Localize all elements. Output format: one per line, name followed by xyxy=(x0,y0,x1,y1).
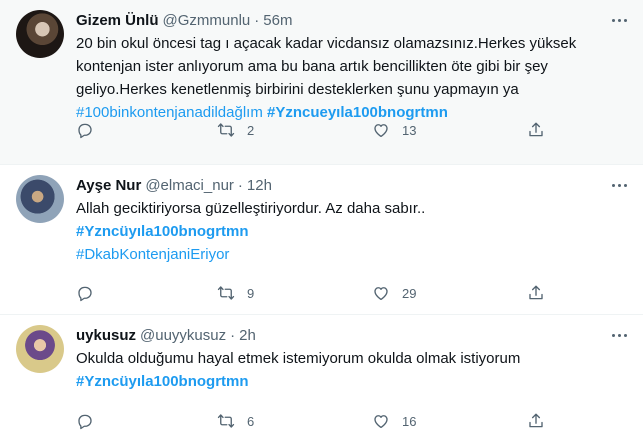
tweet-text: Okulda olduğumu hayal etmek istemiyorum … xyxy=(76,347,627,393)
retweet-button[interactable]: 6 xyxy=(217,412,254,430)
hashtag-link[interactable]: #Yzncueyıla100bnogrtmn xyxy=(267,104,448,121)
retweet-icon xyxy=(217,414,235,428)
tweet-text-line: 20 bin okul öncesi tag ı açacak kadar vi… xyxy=(76,35,577,52)
tweet-text: Allah geciktiriyorsa güzelleştiriyordur.… xyxy=(76,197,627,266)
avatar[interactable] xyxy=(16,10,64,58)
tweet[interactable]: uykusuz @uuyykusuz · 2h Okulda olduğumu … xyxy=(0,315,643,444)
retweet-icon xyxy=(217,286,235,300)
tweet[interactable]: Gizem Ünlü @Gzmmunlu · 56m 20 bin okul ö… xyxy=(0,0,643,165)
user-handle[interactable]: @uuyykusuz xyxy=(140,327,226,344)
like-count: 13 xyxy=(402,122,417,138)
reply-button[interactable] xyxy=(76,284,94,302)
reply-icon xyxy=(78,414,92,430)
like-button[interactable]: 29 xyxy=(372,284,416,302)
avatar[interactable] xyxy=(16,175,64,223)
share-icon xyxy=(529,122,543,137)
retweet-count: 2 xyxy=(247,122,255,138)
tweet-timestamp[interactable]: 56m xyxy=(263,12,292,29)
share-button[interactable] xyxy=(527,284,545,302)
user-name[interactable]: Ayşe Nur xyxy=(76,177,141,194)
like-icon xyxy=(374,415,388,429)
like-button[interactable]: 16 xyxy=(372,412,416,430)
user-handle[interactable]: @Gzmmunlu xyxy=(163,12,251,29)
hashtag-link[interactable]: #DkabKontenjaniEriyor xyxy=(76,243,627,266)
tweet-header: uykusuz @uuyykusuz · 2h xyxy=(76,325,627,345)
share-button[interactable] xyxy=(527,412,545,430)
reply-button[interactable] xyxy=(76,412,94,430)
separator-dot: · xyxy=(237,176,243,194)
avatar[interactable] xyxy=(16,325,64,373)
hashtag-link[interactable]: #Yzncüyıla100bnogrtmn xyxy=(76,220,627,243)
tweet-text: 20 bin okul öncesi tag ı açacak kadar vi… xyxy=(76,32,627,124)
reply-icon xyxy=(78,286,92,302)
more-options-icon[interactable] xyxy=(609,327,629,343)
reply-icon xyxy=(78,123,92,139)
tweet[interactable]: Ayşe Nur @elmaci_nur · 12h Allah gecikti… xyxy=(0,165,643,315)
retweet-button[interactable]: 2 xyxy=(217,121,254,139)
tweet-header: Ayşe Nur @elmaci_nur · 12h xyxy=(76,175,627,195)
separator-dot: · xyxy=(230,326,236,344)
user-handle[interactable]: @elmaci_nur xyxy=(145,177,234,194)
tweet-text-line: kontenjan ister anlıyorum ama bu bana ar… xyxy=(76,58,548,75)
share-button[interactable] xyxy=(527,121,545,139)
hashtag-link[interactable]: #100binkontenjanadildağlım xyxy=(76,104,263,121)
more-options-icon[interactable] xyxy=(609,177,629,193)
tweet-content: Gizem Ünlü @Gzmmunlu · 56m 20 bin okul ö… xyxy=(76,10,627,164)
share-icon xyxy=(529,285,543,300)
retweet-count: 9 xyxy=(247,285,255,301)
tweet-header: Gizem Ünlü @Gzmmunlu · 56m xyxy=(76,10,627,30)
tweet-timestamp[interactable]: 2h xyxy=(239,327,256,344)
user-name[interactable]: Gizem Ünlü xyxy=(76,12,159,29)
hashtag-link[interactable]: #Yzncüyıla100bnogrtmn xyxy=(76,370,627,393)
like-button[interactable]: 13 xyxy=(372,121,416,139)
more-options-icon[interactable] xyxy=(609,12,629,28)
tweet-text-line: Okulda olduğumu hayal etmek istemiyorum … xyxy=(76,350,521,367)
tweet-text-line: Allah geciktiriyorsa güzelleştiriyordur.… xyxy=(76,200,426,217)
like-icon xyxy=(374,287,388,301)
reply-button[interactable] xyxy=(76,121,94,139)
share-icon xyxy=(529,413,543,428)
retweet-button[interactable]: 9 xyxy=(217,284,254,302)
like-icon xyxy=(374,124,388,138)
tweet-feed: Gizem Ünlü @Gzmmunlu · 56m 20 bin okul ö… xyxy=(0,0,643,444)
retweet-icon xyxy=(217,123,235,137)
tweet-text-line: geliyo.Herkes kenetlenmiş birbirini dest… xyxy=(76,81,519,98)
like-count: 16 xyxy=(402,413,417,429)
user-name[interactable]: uykusuz xyxy=(76,327,136,344)
tweet-timestamp[interactable]: 12h xyxy=(247,177,272,194)
like-count: 29 xyxy=(402,285,417,301)
retweet-count: 6 xyxy=(247,413,255,429)
separator-dot: · xyxy=(254,11,260,29)
